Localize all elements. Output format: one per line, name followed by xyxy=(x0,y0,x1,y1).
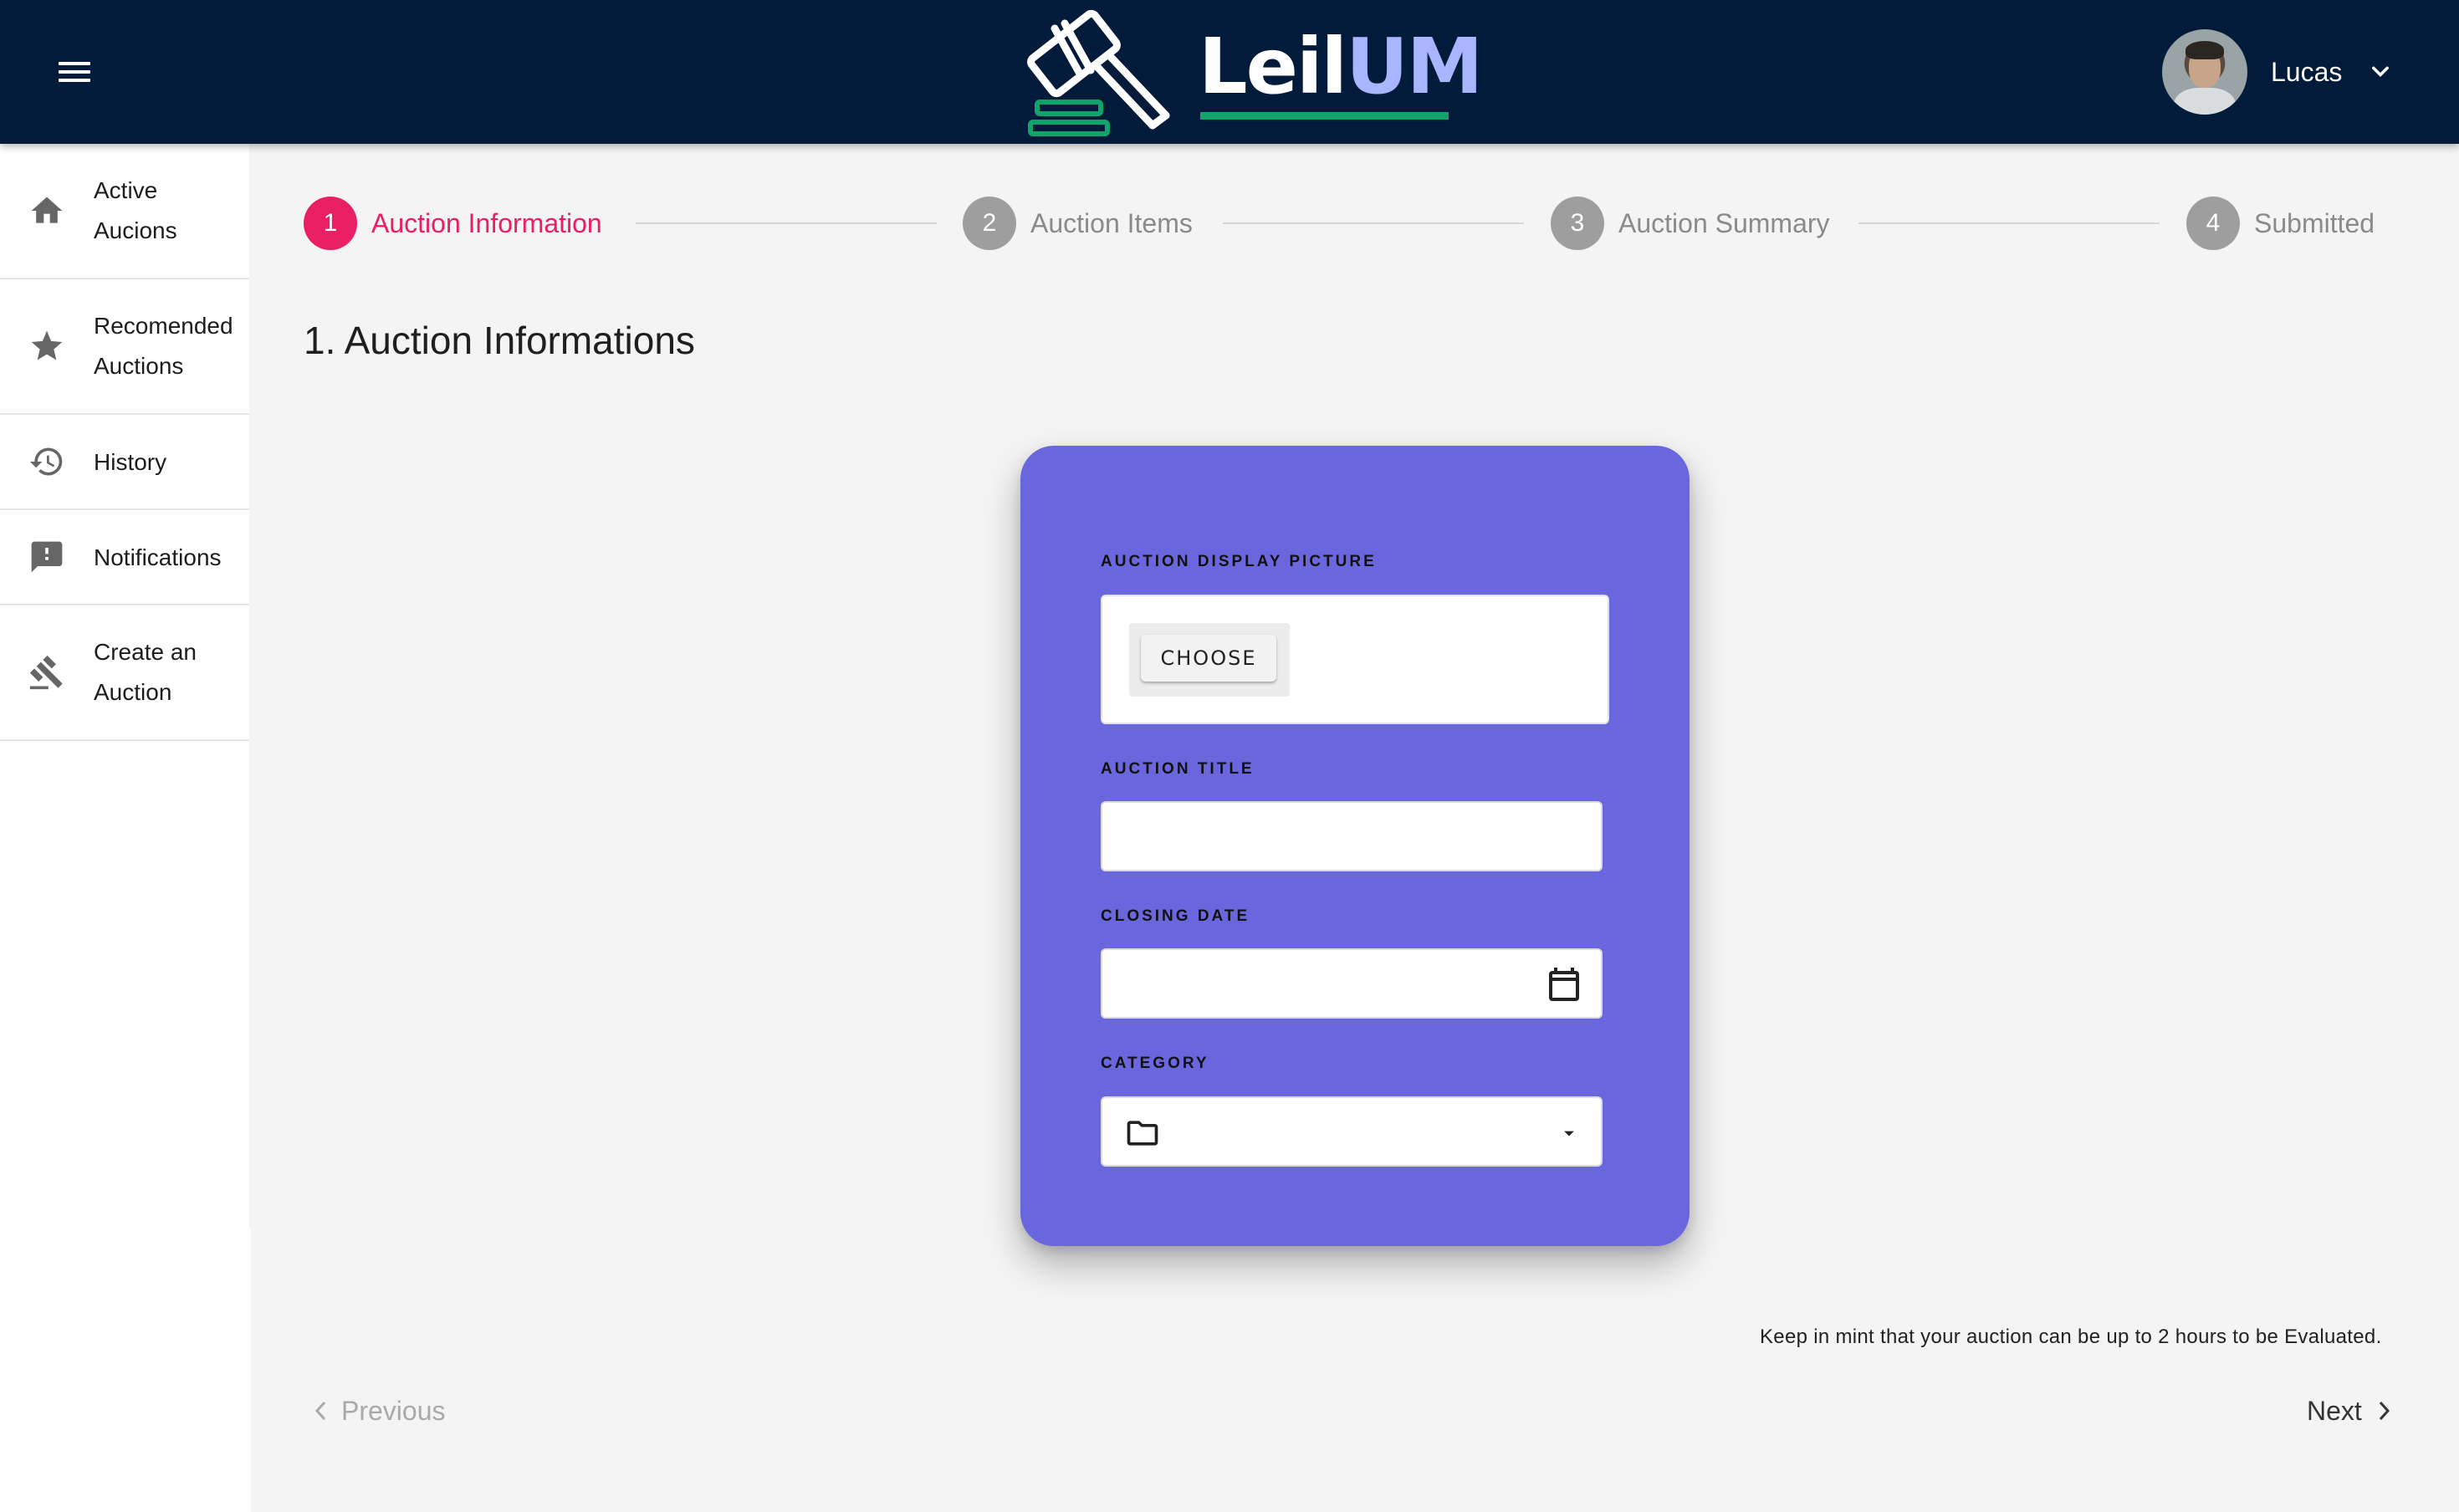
sidebar-item-label: Aucions xyxy=(94,217,177,243)
previous-label: Previous xyxy=(341,1395,446,1426)
evaluation-note: Keep in mint that your auction can be up… xyxy=(1760,1326,2382,1348)
step-label: Auction Information xyxy=(371,207,602,238)
closing-date-label: CLOSING DATE xyxy=(1101,907,1250,925)
step-number: 4 xyxy=(2186,197,2240,250)
step-label: Submitted xyxy=(2254,207,2375,238)
logo-underline xyxy=(1200,112,1449,120)
history-icon xyxy=(29,447,63,476)
sidebar: Active Aucions Recomended Auctions Histo… xyxy=(0,144,249,1512)
star-icon xyxy=(31,330,63,360)
user-menu[interactable]: Lucas xyxy=(2162,28,2392,115)
previous-button[interactable]: Previous xyxy=(311,1390,446,1432)
picture-label: AUCTION DISPLAY PICTURE xyxy=(1101,553,1377,570)
next-button[interactable]: Next xyxy=(2307,1390,2394,1432)
step-label: Auction Summary xyxy=(1618,207,1830,238)
avatar[interactable] xyxy=(2162,29,2247,115)
sidebar-item-create-auction[interactable]: Create an Auction xyxy=(0,605,249,741)
folder-icon xyxy=(1127,1121,1158,1146)
step-auction-items[interactable]: 2 Auction Items xyxy=(963,197,1193,250)
category-select[interactable] xyxy=(1101,1096,1603,1167)
home-icon xyxy=(31,197,63,223)
picture-upload-field[interactable]: CHOOSE xyxy=(1101,595,1609,724)
calendar-icon[interactable] xyxy=(1544,964,1584,1004)
sidebar-item-history[interactable]: History xyxy=(0,415,249,510)
sidebar-item-notifications[interactable]: Notifications xyxy=(0,510,249,605)
sidebar-item-active-auctions[interactable]: Active Aucions xyxy=(0,144,249,279)
sidebar-item-label: Active xyxy=(94,177,158,203)
sidebar-item-label: History xyxy=(94,449,167,475)
chevron-left-icon xyxy=(314,1401,326,1421)
dropdown-arrow-icon xyxy=(1564,1131,1574,1137)
step-connector xyxy=(636,222,937,224)
sidebar-item-recommended-auctions[interactable]: Recomended Auctions xyxy=(0,279,249,415)
step-connector xyxy=(1858,222,2160,224)
choose-file-button[interactable]: CHOOSE xyxy=(1141,635,1276,682)
sidebar-item-label: Auctions xyxy=(94,353,184,379)
page-title: 1. Auction Informations xyxy=(304,319,695,362)
chevron-right-icon xyxy=(2379,1401,2390,1421)
logo-wordmark: LeilUM xyxy=(1199,22,1483,111)
title-label: AUCTION TITLE xyxy=(1101,760,1255,778)
category-label: CATEGORY xyxy=(1101,1055,1209,1072)
menu-icon[interactable] xyxy=(59,59,92,85)
choose-button-frame: CHOOSE xyxy=(1129,623,1290,697)
step-submitted[interactable]: 4 Submitted xyxy=(2186,197,2375,250)
auction-form-card: AUCTION DISPLAY PICTURE CHOOSE AUCTION T… xyxy=(1020,446,1690,1246)
step-number: 2 xyxy=(963,197,1016,250)
closing-date-input[interactable] xyxy=(1101,948,1603,1019)
step-auction-information[interactable]: 1 Auction Information xyxy=(304,197,602,250)
step-number: 1 xyxy=(304,197,357,250)
sidebar-item-label: Notifications xyxy=(94,544,222,570)
user-name: Lucas xyxy=(2271,56,2343,87)
auction-title-input[interactable] xyxy=(1101,801,1603,871)
sidebar-item-label: Recomended xyxy=(94,313,233,339)
app-logo[interactable]: LeilUM xyxy=(1027,3,1483,140)
step-connector xyxy=(1223,222,1524,224)
chevron-down-icon[interactable] xyxy=(2369,60,2392,84)
next-label: Next xyxy=(2307,1395,2362,1426)
step-number: 3 xyxy=(1551,197,1604,250)
step-label: Auction Items xyxy=(1030,207,1193,238)
top-app-bar: LeilUM Lucas xyxy=(0,0,2459,144)
sidebar-item-label: Auction xyxy=(94,679,172,705)
feedback-icon xyxy=(31,541,63,573)
gavel-logo-icon xyxy=(1027,9,1170,136)
sidebar-item-label: Create an xyxy=(94,639,197,665)
step-auction-summary[interactable]: 3 Auction Summary xyxy=(1551,197,1830,250)
gavel-icon xyxy=(29,655,63,690)
